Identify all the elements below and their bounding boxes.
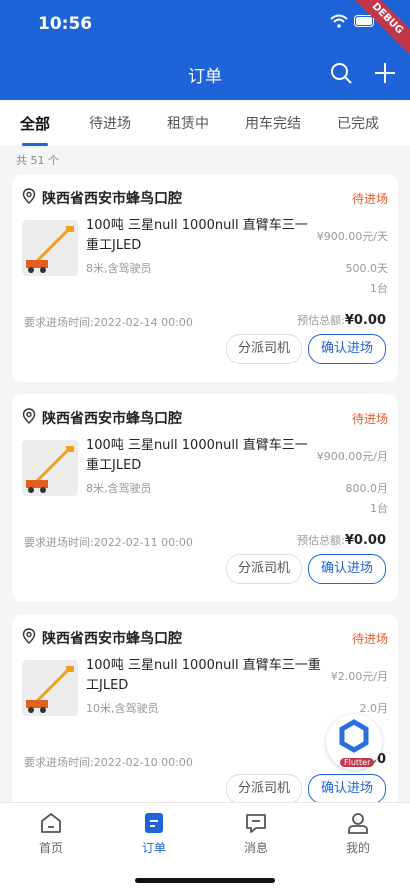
debug-banner: DEBUG [348, 0, 410, 58]
product-desc: 10米,含驾驶员 [86, 702, 159, 715]
profile-icon [348, 813, 368, 834]
order-card[interactable]: 陕西省西安市蜂鸟口腔 待进场 100吨 三星null 1000null 直臂车三… [12, 394, 398, 602]
product-image [22, 220, 78, 276]
rental-duration: 500.0天 [345, 262, 389, 275]
wifi-icon [330, 14, 348, 28]
nav-profile[interactable]: 我的 [328, 811, 388, 856]
search-icon[interactable] [330, 62, 352, 84]
home-indicator [135, 878, 275, 883]
location-icon [22, 188, 36, 204]
order-address: 陕西省西安市蜂鸟口腔 [42, 411, 182, 427]
order-tabs: 全部 待进场 租赁中 用车完结 已完成 [0, 100, 410, 147]
unit-price: ¥2.00元/月 [330, 670, 388, 683]
app-header: 10:56 DEBUG 订单 [0, 0, 410, 100]
confirm-entry-button[interactable]: 确认进场 [308, 774, 386, 804]
nav-messages-label: 消息 [243, 841, 268, 855]
total-label: 预估总额: [297, 314, 345, 327]
order-status: 待进场 [351, 632, 388, 646]
required-entry-time: 要求进场时间:2022-02-10 00:00 [24, 756, 193, 769]
unit-price: ¥900.00元/月 [316, 450, 388, 463]
total-label: 预估总额: [297, 534, 345, 547]
required-entry-time: 要求进场时间:2022-02-11 00:00 [24, 536, 193, 549]
product-image [22, 440, 78, 496]
order-status: 待进场 [351, 412, 388, 426]
nav-orders[interactable]: 订单 [124, 811, 184, 856]
quantity: 1台 [370, 282, 388, 295]
assign-driver-button[interactable]: 分派司机 [226, 334, 302, 364]
unit-price: ¥900.00元/天 [316, 230, 388, 243]
order-count: 共 51 个 [16, 154, 59, 167]
tab-all[interactable]: 全部 [20, 113, 50, 134]
total-value: ¥0.00 [344, 533, 386, 548]
order-address: 陕西省西安市蜂鸟口腔 [42, 191, 182, 207]
product-desc: 8米,含驾驶员 [86, 482, 152, 495]
rental-duration: 800.0月 [345, 482, 389, 495]
flutter-label: Flutter [340, 758, 375, 767]
product-desc: 8米,含驾驶员 [86, 262, 152, 275]
product-image [22, 660, 78, 716]
add-icon[interactable] [374, 62, 396, 84]
total-value: ¥0.00 [344, 313, 386, 328]
tab-pending-entry[interactable]: 待进场 [89, 113, 131, 133]
confirm-entry-button[interactable]: 确认进场 [308, 554, 386, 584]
tab-finished-use[interactable]: 用车完结 [245, 113, 301, 133]
status-icons [330, 14, 376, 28]
tab-renting[interactable]: 租赁中 [167, 113, 209, 133]
nav-home-label: 首页 [38, 841, 63, 855]
estimated-total: 预估总额:¥0.00 [297, 312, 386, 328]
status-time: 10:56 [38, 14, 93, 34]
assign-driver-button[interactable]: 分派司机 [226, 774, 302, 804]
product-name: 100吨 三星null 1000null 直臂车三一重工JLED [86, 218, 308, 253]
nav-messages[interactable]: 消息 [226, 811, 286, 856]
message-icon [246, 814, 266, 833]
home-icon [41, 813, 61, 833]
flutter-icon [339, 719, 369, 753]
nav-profile-label: 我的 [345, 841, 370, 855]
estimated-total: 预估总额:¥0.00 [297, 532, 386, 548]
location-icon [22, 628, 36, 644]
location-icon [22, 408, 36, 424]
nav-home[interactable]: 首页 [21, 811, 81, 856]
order-icon [145, 813, 163, 833]
confirm-entry-button[interactable]: 确认进场 [308, 334, 386, 364]
active-tab-indicator [22, 143, 48, 146]
assign-driver-button[interactable]: 分派司机 [226, 554, 302, 584]
order-address: 陕西省西安市蜂鸟口腔 [42, 631, 182, 647]
nav-orders-label: 订单 [141, 841, 166, 855]
required-entry-time: 要求进场时间:2022-02-14 00:00 [24, 316, 193, 329]
tab-completed[interactable]: 已完成 [337, 113, 379, 133]
product-name: 100吨 三星null 1000null 直臂车三一重工JLED [86, 658, 321, 693]
quantity: 1台 [370, 502, 388, 515]
flutter-inspector-badge[interactable]: Flutter [326, 714, 382, 770]
product-name: 100吨 三星null 1000null 直臂车三一重工JLED [86, 438, 308, 473]
order-card[interactable]: 陕西省西安市蜂鸟口腔 待进场 100吨 三星null 1000null 直臂车三… [12, 174, 398, 382]
order-status: 待进场 [351, 192, 388, 206]
